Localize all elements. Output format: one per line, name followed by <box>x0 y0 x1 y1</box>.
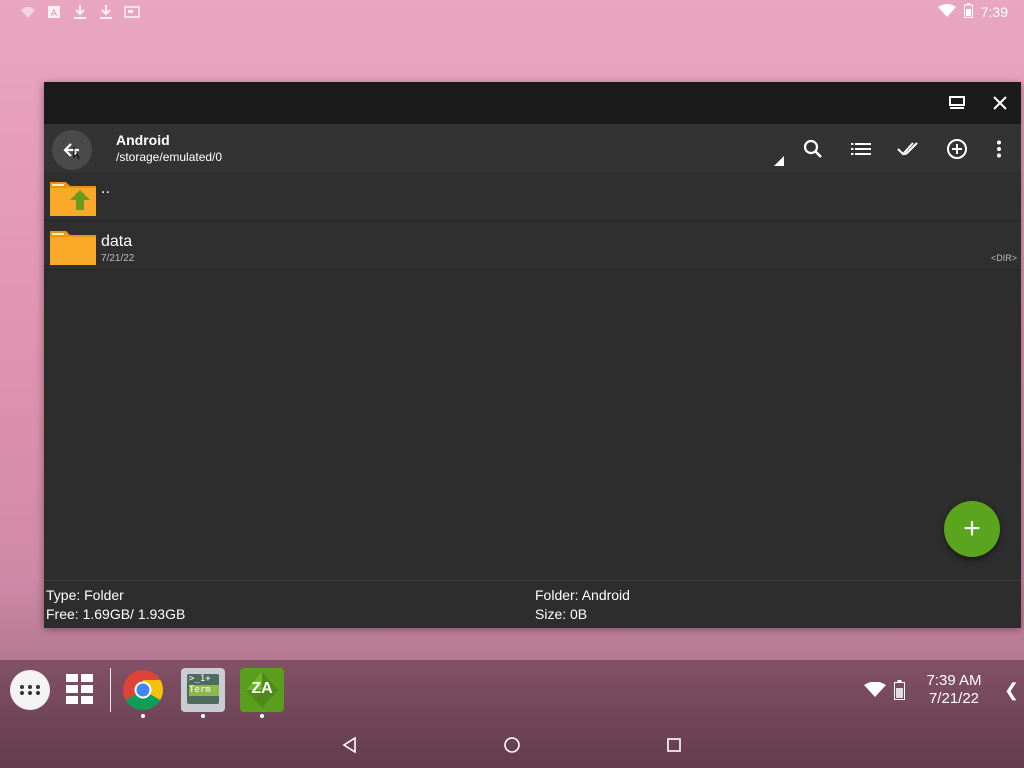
battery-icon <box>963 3 973 21</box>
zarchiver-label: ZA <box>251 680 273 697</box>
path-title: Android <box>116 132 170 148</box>
svg-text:A: A <box>51 9 58 18</box>
terminal-label-bottom: Term <box>189 685 219 696</box>
screenshot-icon <box>124 4 140 20</box>
nav-back-icon[interactable] <box>339 734 361 756</box>
tray-time: 7:39 AM <box>926 672 982 689</box>
list-view-icon[interactable] <box>848 136 874 162</box>
taskbar-divider <box>110 668 111 712</box>
back-button[interactable] <box>52 130 92 170</box>
tray-clock[interactable]: 7:39 AM 7/21/22 <box>920 672 988 708</box>
info-type: Type: Folder <box>46 587 124 603</box>
wifi-icon[interactable] <box>864 681 886 703</box>
file-date: 7/21/22 <box>101 253 135 264</box>
folder-up-icon <box>50 178 96 216</box>
maximize-icon[interactable] <box>944 90 970 116</box>
status-time: 7:39 <box>980 4 1008 20</box>
folder-icon <box>50 227 96 265</box>
status-bar: A 7:39 <box>0 0 1024 24</box>
app-running-dot <box>201 714 205 718</box>
apps-dots-icon <box>20 685 40 695</box>
search-icon[interactable] <box>800 136 826 162</box>
file-name: .. <box>101 180 110 197</box>
app-toolbar: Android /storage/emulated/0 <box>44 124 1021 172</box>
path-dropdown-indicator[interactable] <box>774 156 784 166</box>
download-icon <box>72 4 88 20</box>
status-left-icons: A <box>20 4 140 20</box>
text-icon: A <box>46 4 62 20</box>
status-right: 7:39 <box>937 3 1008 21</box>
tray-expand-icon[interactable]: ❮ <box>1004 680 1019 701</box>
terminal-app-icon[interactable]: >_1+ Term <box>181 668 225 712</box>
taskbar: >_1+ Term ZA 7:39 AM 7/21/22 ❮ <box>0 660 1024 768</box>
info-size: Size: 0B <box>535 606 588 622</box>
app-drawer-button[interactable] <box>10 670 50 710</box>
path-subtitle: /storage/emulated/0 <box>116 150 223 164</box>
nav-recents-icon[interactable] <box>663 734 685 756</box>
more-vert-icon[interactable] <box>986 136 1012 162</box>
tray-date: 7/21/22 <box>928 690 980 707</box>
battery-icon[interactable] <box>894 680 905 705</box>
info-folder: Folder: Android <box>535 587 630 603</box>
close-icon[interactable] <box>987 90 1013 116</box>
info-bar: Type: Folder Free: 1.69GB/ 1.93GB Folder… <box>44 580 1021 628</box>
app-running-dot <box>141 714 145 718</box>
info-free: Free: 1.69GB/ 1.93GB <box>46 606 186 622</box>
arrow-back-icon <box>63 143 80 160</box>
file-type-tag: <DIR> <box>990 253 1017 263</box>
recent-apps-grid-icon[interactable] <box>66 674 94 704</box>
chrome-app-icon[interactable] <box>121 668 165 712</box>
wifi-icon <box>937 3 956 21</box>
zarchiver-app-icon[interactable]: ZA <box>240 668 284 712</box>
file-name: data <box>101 233 133 250</box>
list-item-data[interactable]: data 7/21/22 <DIR> <box>44 221 1021 270</box>
notification-icon <box>20 4 36 20</box>
download-icon <box>98 4 114 20</box>
window-title-bar[interactable] <box>44 82 1021 124</box>
nav-home-icon[interactable] <box>501 734 523 756</box>
file-manager-window: Android /storage/emulated/0 .. data 7/21… <box>44 82 1021 628</box>
select-all-icon[interactable] <box>896 136 922 162</box>
add-fab-button[interactable]: + <box>944 501 1000 557</box>
list-item-parent[interactable]: .. <box>44 172 1021 221</box>
terminal-label-top: >_1+ <box>189 674 211 684</box>
file-list: .. data 7/21/22 <DIR> <box>44 172 1021 270</box>
app-running-dot <box>260 714 264 718</box>
add-circle-icon[interactable] <box>944 136 970 162</box>
